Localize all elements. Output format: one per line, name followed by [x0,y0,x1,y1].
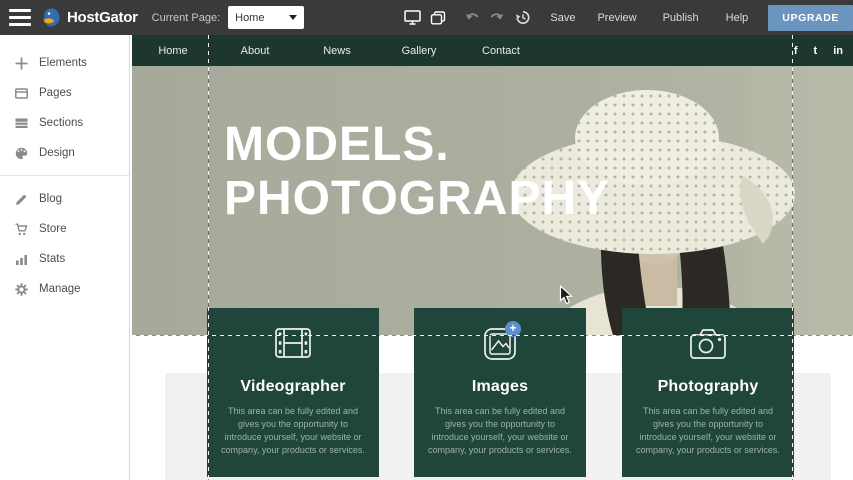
page-dropdown-value: Home [235,12,264,24]
gear-icon [14,282,28,296]
page-dropdown[interactable]: Home [228,6,304,29]
sidebar-item-label: Pages [39,87,72,99]
upgrade-button[interactable]: UPGRADE [768,5,853,31]
hero-heading[interactable]: MODELS. PHOTOGRAPHY [224,118,610,226]
preview-button[interactable]: Preview [597,12,636,24]
pages-icon [14,86,28,100]
site-nav-home[interactable]: Home [132,45,214,57]
sidebar-item-design[interactable]: Design [0,138,129,168]
facebook-icon[interactable]: f [794,45,798,57]
undo-icon[interactable] [465,11,480,24]
hero-line2: PHOTOGRAPHY [224,172,610,226]
camera-icon [622,328,794,366]
mobile-view-icon[interactable] [430,11,446,25]
hero-line1: MODELS. [224,118,610,172]
history-icon[interactable] [515,10,531,25]
sidebar-item-label: Manage [39,283,81,295]
sidebar-item-elements[interactable]: Elements [0,48,129,78]
sidebar-item-label: Stats [39,253,65,265]
sidebar-item-label: Design [39,147,75,159]
palette-icon [14,146,28,160]
feature-card-images[interactable]: + Images This area can be fully edited a… [414,308,586,477]
sidebar-item-label: Blog [39,193,62,205]
hero-section[interactable]: MODELS. PHOTOGRAPHY [132,66,853,335]
current-page-label: Current Page: [152,12,220,24]
gator-mascot-icon [41,7,62,28]
site-nav-contact[interactable]: Contact [460,45,542,57]
card-title: Photography [622,378,794,396]
cart-icon [14,222,28,236]
brand-name: HostGator [67,9,138,26]
linkedin-icon[interactable]: in [833,45,843,57]
redo-icon[interactable] [489,11,504,24]
add-image-badge[interactable]: + [505,321,521,337]
site-navbar[interactable]: Home About News Gallery Contact f t in [132,35,853,66]
card-body: This area can be fully edited and gives … [622,405,794,457]
sidebar-item-blog[interactable]: Blog [0,184,129,214]
sidebar-item-stats[interactable]: Stats [0,244,129,274]
card-title: Videographer [207,378,379,396]
card-title: Images [414,378,586,396]
feature-card-photography[interactable]: Photography This area can be fully edite… [622,308,794,477]
twitter-icon[interactable]: t [814,45,818,57]
site-nav-about[interactable]: About [214,45,296,57]
site-nav-gallery[interactable]: Gallery [378,45,460,57]
chevron-down-icon [289,15,297,20]
feature-card-videographer[interactable]: Videographer This area can be fully edit… [207,308,379,477]
stats-icon [14,252,28,266]
site-preview-canvas[interactable]: Home About News Gallery Contact f t in [130,35,853,480]
hamburger-menu-icon[interactable] [9,9,31,26]
sidebar-item-label: Sections [39,117,83,129]
card-body: This area can be fully edited and gives … [414,405,586,457]
editor-sidebar: Elements Pages Sections Design Blog [0,35,130,480]
hostgator-logo: HostGator [41,7,138,28]
sidebar-item-label: Elements [39,57,87,69]
sidebar-divider [0,175,129,176]
site-nav-news[interactable]: News [296,45,378,57]
sidebar-item-store[interactable]: Store [0,214,129,244]
sidebar-item-label: Store [39,223,67,235]
sidebar-item-manage[interactable]: Manage [0,274,129,304]
image-plus-icon: + [414,328,586,366]
desktop-view-icon[interactable] [404,10,421,25]
sections-icon [14,116,28,130]
pencil-icon [14,192,28,206]
sidebar-item-sections[interactable]: Sections [0,108,129,138]
plus-icon [14,56,28,70]
card-body: This area can be fully edited and gives … [207,405,379,457]
editor-topbar: HostGator Current Page: Home Save Previe… [0,0,853,35]
film-icon [207,328,379,366]
save-button[interactable]: Save [550,12,575,24]
publish-button[interactable]: Publish [663,12,699,24]
help-button[interactable]: Help [726,12,749,24]
sidebar-item-pages[interactable]: Pages [0,78,129,108]
